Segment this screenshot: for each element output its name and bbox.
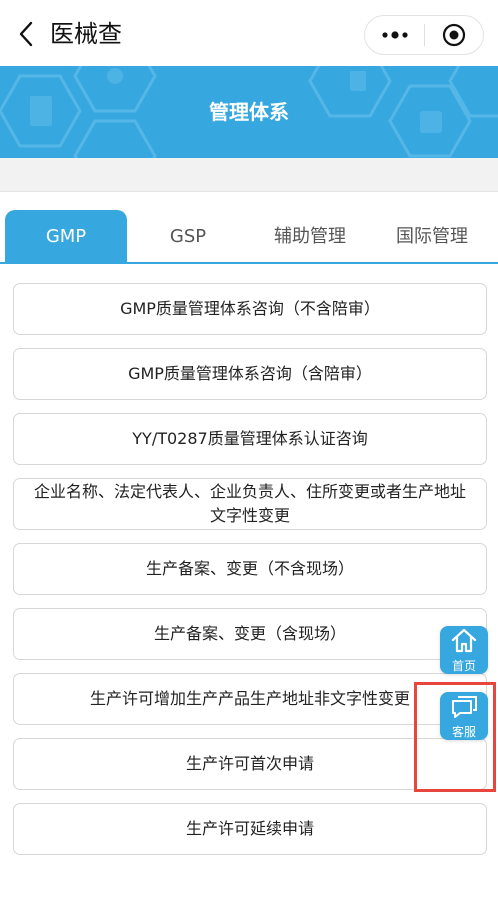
- category-tabs: GMP GSP 辅助管理 国际管理: [0, 210, 498, 264]
- mini-program-capsule: [364, 15, 484, 55]
- home-icon: [449, 626, 479, 658]
- page-title: 医械查: [50, 20, 122, 48]
- tab-international-management[interactable]: 国际管理: [371, 210, 493, 264]
- top-navbar: 医械查: [0, 0, 498, 66]
- list-item[interactable]: GMP质量管理体系咨询（含陪审）: [13, 348, 487, 400]
- home-label: 首页: [451, 659, 476, 673]
- more-dots-icon[interactable]: [365, 16, 424, 54]
- list-item[interactable]: 生产备案、变更（含现场）: [13, 608, 487, 660]
- tab-auxiliary-management[interactable]: 辅助管理: [249, 210, 371, 264]
- list-item[interactable]: GMP质量管理体系咨询（不含陪审）: [13, 283, 487, 335]
- header-banner: 管理体系: [0, 66, 498, 158]
- target-circle-icon[interactable]: [425, 16, 483, 54]
- home-float-button[interactable]: 首页: [440, 626, 488, 674]
- tab-gmp[interactable]: GMP: [5, 210, 127, 264]
- chevron-left-icon[interactable]: [12, 18, 40, 50]
- list-item[interactable]: 生产备案、变更（不含现场）: [13, 543, 487, 595]
- list-item[interactable]: YY/T0287质量管理体系认证咨询: [13, 413, 487, 465]
- highlight-annotation-box: [414, 682, 496, 792]
- tab-gsp[interactable]: GSP: [127, 210, 249, 264]
- banner-title: 管理体系: [209, 100, 289, 124]
- gray-divider-strip: [0, 158, 498, 192]
- list-item[interactable]: 企业名称、法定代表人、企业负责人、住所变更或者生产地址文字性变更: [13, 478, 487, 530]
- list-item[interactable]: 生产许可延续申请: [13, 803, 487, 855]
